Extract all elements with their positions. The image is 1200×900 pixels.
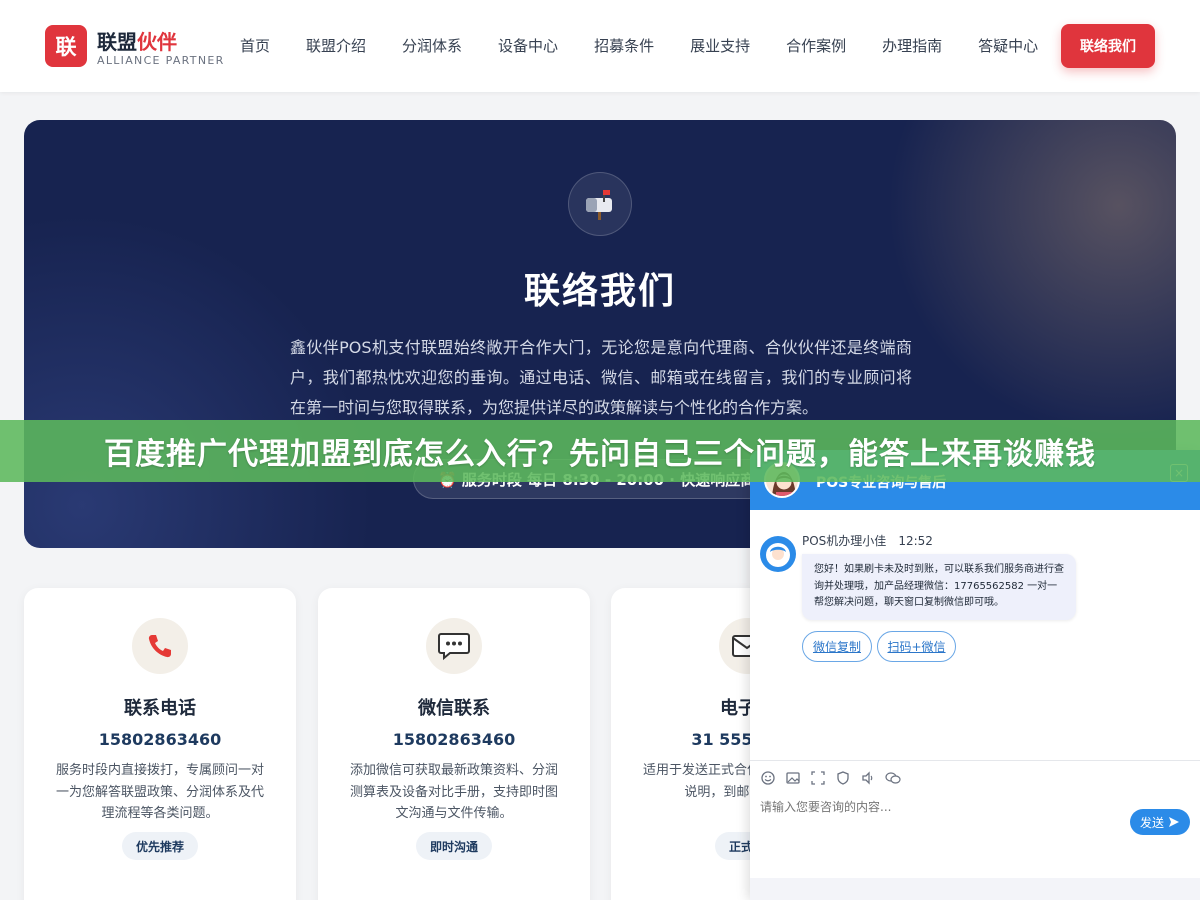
message-time: 12:52	[898, 534, 933, 548]
nav-item-profit[interactable]: 分润体系	[384, 34, 480, 58]
chat-divider	[750, 760, 1200, 761]
agent-avatar-icon	[766, 543, 790, 567]
nav-item-faq[interactable]: 答疑中心	[960, 34, 1056, 58]
send-arrow-icon	[1169, 817, 1179, 827]
site-header: 联 联盟伙伴 ALLIANCE PARTNER 首页 联盟介绍 分润体系 设备中…	[0, 0, 1200, 92]
main-nav: 首页 联盟介绍 分润体系 设备中心 招募条件 展业支持 合作案例 办理指南 答疑…	[222, 34, 1056, 58]
card-icon-wrap	[132, 618, 188, 674]
card-tag: 优先推荐	[121, 832, 199, 860]
agent-avatar	[760, 536, 796, 572]
card-description: 添加微信可获取最新政策资料、分润测算表及设备对比手册，支持即时图文沟通与文件传输…	[349, 763, 558, 821]
contact-us-button[interactable]: 联络我们	[1061, 24, 1155, 68]
hero-icon-wrap	[568, 172, 632, 236]
agent-name: POS机办理小佳 12:52	[802, 532, 933, 549]
phone-number[interactable]: 15802863460	[24, 730, 296, 749]
article-title-banner: 百度推广代理加盟到底怎么入行？先问自己三个问题，能答上来再谈赚钱	[0, 420, 1200, 482]
logo-title-main: 联盟	[97, 30, 137, 54]
contact-card-phone: 联系电话 15802863460 服务时段内直接拨打，专属顾问一对一为您解答联盟…	[24, 588, 296, 900]
hero-description: 鑫伙伴POS机支付联盟始终敞开合作大门，无论您是意向代理商、合伙伙伴还是终端商户…	[290, 338, 912, 417]
audio-icon[interactable]	[860, 770, 876, 786]
banner-title: 百度推广代理加盟到底怎么入行？先问自己三个问题，能答上来再谈赚钱	[104, 437, 1096, 472]
chat-message-bubble: 您好！如果刷卡未及时到账，可以联系我们服务商进行查询并处理哦，加产品经理微信：1…	[802, 554, 1076, 620]
screenshot-icon[interactable]	[810, 770, 826, 786]
nav-item-recruit[interactable]: 招募条件	[576, 34, 672, 58]
nav-item-cases[interactable]: 合作案例	[768, 34, 864, 58]
copy-wechat-button[interactable]: 微信复制	[802, 631, 872, 662]
logo-title-accent: 伙伴	[137, 30, 177, 54]
nav-item-guide[interactable]: 办理指南	[864, 34, 960, 58]
card-icon-wrap	[426, 618, 482, 674]
hero-title: 联络我们	[523, 271, 676, 312]
nav-item-devices[interactable]: 设备中心	[480, 34, 576, 58]
logo-mark[interactable]: 联	[45, 25, 87, 67]
chat-toolbar	[760, 770, 910, 786]
nav-item-home[interactable]: 首页	[222, 34, 288, 58]
chat-footer	[750, 878, 1200, 900]
card-tag: 即时沟通	[415, 832, 493, 860]
contact-card-wechat: 微信联系 15802863460 添加微信可获取最新政策资料、分润测算表及设备对…	[318, 588, 590, 900]
agent-name-text: POS机办理小佳	[802, 534, 887, 548]
phone-icon	[148, 635, 171, 658]
mailbox-icon	[586, 190, 612, 220]
send-button[interactable]: 发送	[1130, 809, 1190, 835]
chat-bubble-icon	[438, 633, 470, 661]
wechat-number[interactable]: 15802863460	[318, 730, 590, 749]
logo-title[interactable]: 联盟伙伴	[97, 26, 177, 55]
nav-item-about[interactable]: 联盟介绍	[288, 34, 384, 58]
shield-icon[interactable]	[835, 770, 851, 786]
nav-item-support[interactable]: 展业支持	[672, 34, 768, 58]
chat-message-input[interactable]	[760, 800, 1120, 814]
image-icon[interactable]	[785, 770, 801, 786]
send-label: 发送	[1139, 815, 1164, 830]
scan-wechat-button[interactable]: 扫码+微信	[877, 631, 956, 662]
wechat-icon[interactable]	[885, 770, 901, 786]
logo-subtitle: ALLIANCE PARTNER	[97, 54, 225, 67]
card-title: 联系电话	[124, 698, 196, 719]
chat-widget: POS专业咨询与售后 × POS机办理小佳12:52 您好！如果刷卡未及时到账，…	[750, 450, 1200, 900]
card-title: 微信联系	[418, 698, 490, 719]
card-description: 服务时段内直接拨打，专属顾问一对一为您解答联盟政策、分润体系及代理流程等各类问题…	[55, 763, 264, 821]
emoji-icon[interactable]	[760, 770, 776, 786]
